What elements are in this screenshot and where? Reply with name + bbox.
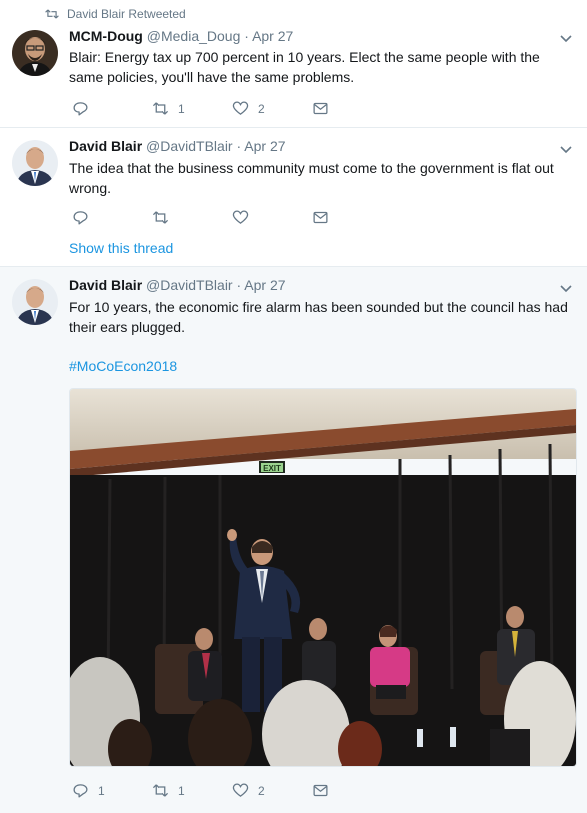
hashtag-link[interactable]: #MoCoEcon2018: [69, 358, 177, 374]
timestamp[interactable]: Apr 27: [252, 28, 293, 44]
retweet-button[interactable]: 1: [152, 782, 232, 799]
display-name[interactable]: David Blair: [69, 138, 142, 154]
show-thread-link[interactable]: Show this thread: [69, 240, 173, 256]
reply-button[interactable]: [72, 100, 152, 117]
heart-icon: [232, 783, 249, 797]
tweet-actions: 1 1 2: [72, 782, 392, 799]
like-count: 2: [258, 101, 265, 116]
direct-message-button[interactable]: [312, 209, 392, 226]
timestamp[interactable]: Apr 27: [244, 277, 285, 293]
tweet-text: The idea that the business community mus…: [69, 160, 554, 196]
retweet-context: David Blair Retweeted: [45, 7, 186, 21]
tweet-text: For 10 years, the economic fire alarm ha…: [69, 299, 568, 335]
chevron-down-icon[interactable]: [559, 143, 573, 157]
tweet-header: David Blair @DavidTBlair · Apr 27: [69, 277, 286, 293]
reply-icon: [73, 211, 88, 225]
like-button[interactable]: 2: [232, 782, 312, 799]
retweet-button[interactable]: [152, 209, 232, 226]
chevron-down-icon[interactable]: [559, 32, 573, 46]
tweet-header: David Blair @DavidTBlair · Apr 27: [69, 138, 286, 154]
tweet-actions: [72, 209, 392, 226]
username[interactable]: @Media_Doug: [147, 28, 241, 44]
tweet-retweeted-mcm-doug[interactable]: David Blair Retweeted MCM-Doug @Media_Do…: [0, 0, 587, 128]
direct-message-button[interactable]: [312, 782, 392, 799]
tweet-davidtblair-1[interactable]: David Blair @DavidTBlair · Apr 27 The id…: [0, 128, 587, 267]
retweet-context-label: David Blair Retweeted: [67, 7, 186, 21]
direct-message-button[interactable]: [312, 100, 392, 117]
reply-button[interactable]: 1: [72, 782, 152, 799]
display-name[interactable]: David Blair: [69, 277, 142, 293]
retweet-icon: [152, 102, 169, 115]
tweet-photo[interactable]: EXIT: [69, 388, 577, 767]
reply-icon: [73, 784, 88, 798]
heart-icon: [232, 210, 249, 224]
tweet-davidtblair-2[interactable]: David Blair @DavidTBlair · Apr 27 For 10…: [0, 267, 587, 813]
separator: ·: [236, 138, 242, 154]
retweet-small-icon: [45, 9, 59, 19]
retweet-icon: [152, 211, 169, 224]
separator: ·: [244, 28, 249, 44]
separator: ·: [236, 277, 242, 293]
reply-count: 1: [98, 783, 105, 798]
reply-button[interactable]: [72, 209, 152, 226]
heart-icon: [232, 101, 249, 115]
like-button[interactable]: [232, 209, 312, 226]
like-count: 2: [258, 783, 265, 798]
mail-icon: [313, 102, 328, 115]
retweet-count: 1: [178, 101, 185, 116]
username[interactable]: @DavidTBlair: [146, 138, 233, 154]
retweet-button[interactable]: 1: [152, 100, 232, 117]
avatar[interactable]: [12, 279, 58, 325]
avatar[interactable]: [12, 30, 58, 76]
mail-icon: [313, 211, 328, 224]
tweet-actions: 1 2: [72, 100, 392, 117]
tweet-text: Blair: Energy tax up 700 percent in 10 y…: [69, 49, 540, 85]
chevron-down-icon[interactable]: [559, 282, 573, 296]
retweet-count: 1: [178, 783, 185, 798]
reply-icon: [73, 102, 88, 116]
mail-icon: [313, 784, 328, 797]
avatar[interactable]: [12, 140, 58, 186]
username[interactable]: @DavidTBlair: [146, 277, 233, 293]
retweet-icon: [152, 784, 169, 797]
timestamp[interactable]: Apr 27: [244, 138, 285, 154]
tweet-header: MCM-Doug @Media_Doug · Apr 27: [69, 28, 293, 44]
like-button[interactable]: 2: [232, 100, 312, 117]
exit-sign-text: EXIT: [263, 464, 281, 473]
display-name[interactable]: MCM-Doug: [69, 28, 143, 44]
